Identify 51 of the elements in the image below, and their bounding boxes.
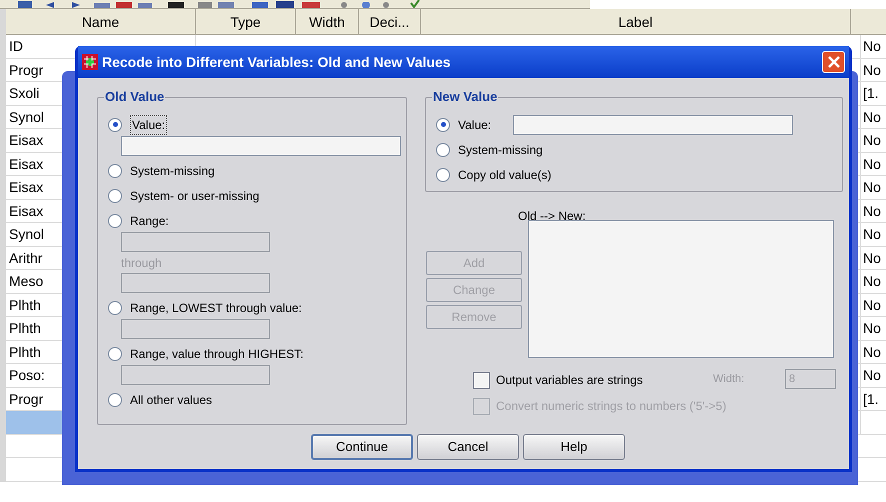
dialog-button[interactable]: Continue <box>311 434 413 460</box>
radio-label[interactable]: System-missing <box>458 140 543 158</box>
table-cell-text: No <box>862 60 881 80</box>
table-cell-text: [1. <box>862 390 879 409</box>
column-header[interactable]: Width <box>296 9 359 34</box>
radio-button[interactable] <box>108 214 122 228</box>
radio-button[interactable] <box>108 346 122 360</box>
table-cell-text: No <box>862 296 881 314</box>
table-cell-text: No <box>862 248 881 268</box>
close-button[interactable] <box>822 51 845 73</box>
checkbox-label[interactable]: Output variables are strings <box>496 371 643 389</box>
table-cell-text: No <box>862 178 881 197</box>
check-icon[interactable] <box>410 0 420 8</box>
table-cell-text: No <box>862 366 881 385</box>
width-label: Width: <box>713 372 744 387</box>
table-cell-text: [1. <box>862 84 879 103</box>
column-header[interactable]: Name <box>6 9 196 34</box>
recode-list[interactable] <box>528 220 834 358</box>
table-cell-text: No <box>862 272 881 291</box>
radio-label[interactable]: Copy old value(s) <box>458 166 552 184</box>
radio-button[interactable] <box>108 392 122 406</box>
table-cell-text: No <box>862 37 881 56</box>
list-label: Old --> New: <box>518 208 586 225</box>
column-header[interactable]: Type <box>196 9 296 34</box>
radio-button[interactable] <box>436 142 450 156</box>
radio-button[interactable] <box>436 168 450 182</box>
dialog-button[interactable]: Cancel <box>417 434 519 460</box>
dialog-button[interactable]: Help <box>523 434 625 460</box>
radio-label[interactable]: Value: <box>458 116 492 134</box>
close-icon <box>828 56 840 68</box>
table-cell-text: No <box>862 342 881 362</box>
radio-button[interactable] <box>108 188 122 202</box>
table-cell-text: No <box>862 319 881 338</box>
column-header[interactable]: Deci... <box>359 9 421 34</box>
checkbox[interactable] <box>473 372 490 388</box>
radio-button[interactable] <box>108 300 122 314</box>
input-field[interactable] <box>121 136 401 156</box>
table-cell-text: No <box>862 154 881 174</box>
table-cell-text: No <box>862 131 881 150</box>
input-field[interactable] <box>513 114 794 134</box>
column-header[interactable]: Label <box>421 9 851 34</box>
radio-button[interactable] <box>436 118 450 132</box>
radio-button[interactable] <box>108 118 122 132</box>
radio-button[interactable] <box>108 164 122 178</box>
grid-plus-icon <box>82 54 98 70</box>
arrows-icon[interactable] <box>46 2 80 8</box>
table-cell-text: No <box>862 202 881 220</box>
through-label: through <box>121 255 162 272</box>
table-cell-text: No <box>862 108 881 126</box>
table-cell-text: No <box>862 225 881 244</box>
radio-label[interactable]: Value: <box>130 114 168 134</box>
